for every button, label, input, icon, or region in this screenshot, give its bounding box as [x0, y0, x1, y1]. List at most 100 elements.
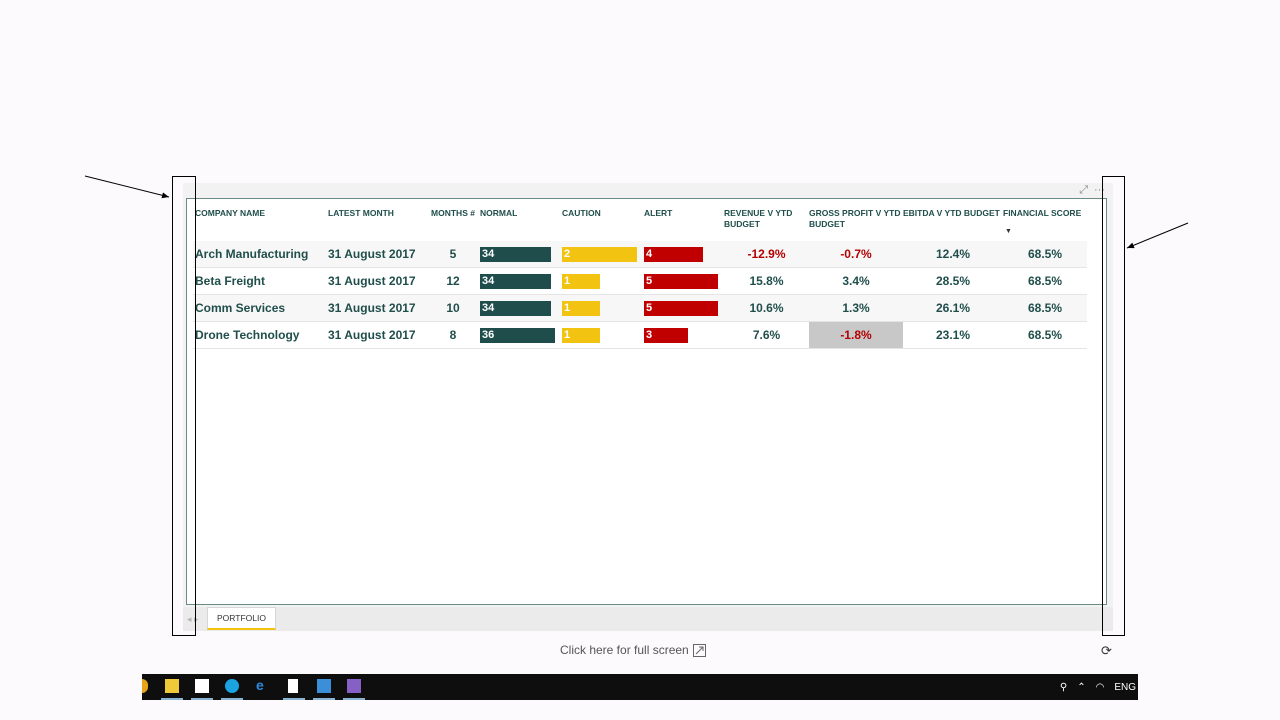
- running-indicator: [313, 698, 335, 700]
- document-icon[interactable]: [288, 679, 298, 693]
- table-row[interactable]: Comm Services 31 August 2017 10 34 1 5 1…: [193, 295, 1087, 322]
- normal-cell: 34: [480, 295, 562, 321]
- alert-cell: 4: [644, 241, 724, 267]
- file-explorer-icon[interactable]: [165, 679, 179, 693]
- revenue-cell: -12.9%: [747, 247, 786, 261]
- gross-profit-cell: -1.8%: [809, 322, 903, 348]
- financial-score-cell: 68.5%: [1027, 274, 1063, 288]
- revenue-cell: 10.6%: [749, 301, 784, 315]
- months-count-cell: 5: [449, 247, 457, 261]
- system-tray: ⚲ ⌃ ◠ ENG: [1060, 674, 1138, 700]
- normal-bar: 34: [480, 273, 551, 289]
- focus-mode-icon[interactable]: ⤢: [1079, 184, 1088, 197]
- alert-bar: 5: [644, 300, 718, 316]
- refresh-icon[interactable]: ⟳: [1101, 643, 1112, 659]
- remote-desktop-icon[interactable]: [317, 679, 331, 693]
- header-ebitda-v-budget[interactable]: EBITDA V YTD BUDGET: [903, 205, 1003, 241]
- header-revenue-v-budget[interactable]: REVENUE V YTD BUDGET: [724, 205, 809, 241]
- financial-score-cell: 68.5%: [1027, 328, 1063, 342]
- ebitda-cell: 26.1%: [935, 301, 971, 315]
- caution-bar: 1: [562, 327, 600, 343]
- running-indicator: [191, 698, 213, 700]
- alert-bar: 5: [644, 273, 718, 289]
- normal-bar: 34: [480, 300, 551, 316]
- ebitda-cell: 23.1%: [935, 328, 971, 342]
- caution-cell: 1: [562, 322, 644, 348]
- caution-cell: 2: [562, 241, 644, 267]
- caution-bar: 1: [562, 273, 600, 289]
- taskbar: e ⚲ ⌃ ◠ ENG: [142, 674, 1138, 700]
- running-indicator: [343, 698, 365, 700]
- fullscreen-label: Click here for full screen: [560, 643, 689, 657]
- header-caution[interactable]: CAUTION: [562, 205, 644, 241]
- running-indicator: [161, 698, 183, 700]
- financial-score-cell: 68.5%: [1027, 247, 1063, 261]
- financial-score-cell: 68.5%: [1027, 301, 1063, 315]
- ebitda-cell: 12.4%: [935, 247, 971, 261]
- caution-cell: 1: [562, 295, 644, 321]
- page-tabs-bar: [183, 607, 1113, 631]
- caution-bar: 1: [562, 300, 600, 316]
- gross-profit-cell: 3.4%: [842, 274, 870, 288]
- annotation-arrow-left: [84, 175, 170, 199]
- chevron-up-icon[interactable]: ⌃: [1077, 682, 1085, 693]
- alert-cell: 5: [644, 295, 724, 321]
- header-financial-score[interactable]: FINANCIAL SCORE ▼: [1003, 205, 1087, 241]
- header-latest-month[interactable]: LATEST MONTH: [326, 205, 426, 241]
- months-count-cell: 12: [446, 274, 460, 288]
- normal-cell: 34: [480, 241, 562, 267]
- alert-cell: 3: [644, 322, 724, 348]
- expand-icon: [692, 643, 706, 657]
- running-indicator: [221, 698, 243, 700]
- header-months-count[interactable]: MONTHS #: [426, 205, 480, 241]
- months-count-cell: 8: [449, 328, 457, 342]
- normal-cell: 36: [480, 322, 562, 348]
- header-financial-score-label: FINANCIAL SCORE: [1003, 208, 1082, 218]
- annotation-bracket-right: [1102, 176, 1125, 636]
- fullscreen-link[interactable]: Click here for full screen: [560, 643, 706, 657]
- table-row[interactable]: Beta Freight 31 August 2017 12 34 1 5 15…: [193, 268, 1087, 295]
- visual-studio-icon[interactable]: [347, 679, 361, 693]
- normal-bar: 36: [480, 327, 555, 343]
- header-alert[interactable]: ALERT: [644, 205, 724, 241]
- months-count-cell: 10: [446, 301, 460, 315]
- revenue-cell: 15.8%: [749, 274, 784, 288]
- normal-cell: 34: [480, 268, 562, 294]
- annotation-bracket-left: [172, 176, 196, 636]
- revenue-cell: 7.6%: [752, 328, 781, 342]
- skype-icon[interactable]: [225, 679, 239, 693]
- mail-icon[interactable]: [195, 679, 209, 693]
- company-name-cell: Comm Services: [195, 301, 286, 315]
- header-company-name[interactable]: COMPANY NAME: [193, 205, 326, 241]
- gross-profit-cell: 1.3%: [842, 301, 870, 315]
- table-row[interactable]: Arch Manufacturing 31 August 2017 5 34 2…: [193, 241, 1087, 268]
- partial-app-icon[interactable]: [142, 679, 148, 693]
- caution-bar: 2: [562, 246, 637, 262]
- latest-month-cell: 31 August 2017: [328, 328, 416, 342]
- header-normal[interactable]: NORMAL: [480, 205, 562, 241]
- latest-month-cell: 31 August 2017: [328, 247, 416, 261]
- latest-month-cell: 31 August 2017: [328, 274, 416, 288]
- header-gross-profit-v-budget[interactable]: GROSS PROFIT V YTD BUDGET: [809, 205, 903, 241]
- normal-bar: 34: [480, 246, 551, 262]
- annotation-arrow-right: [1126, 222, 1189, 249]
- gross-profit-cell: -0.7%: [840, 247, 872, 261]
- running-indicator: [283, 698, 305, 700]
- company-name-cell: Arch Manufacturing: [195, 247, 309, 261]
- sort-descending-icon[interactable]: ▼: [1005, 227, 1012, 238]
- company-name-cell: Beta Freight: [195, 274, 266, 288]
- alert-cell: 5: [644, 268, 724, 294]
- alert-bar: 4: [644, 246, 703, 262]
- latest-month-cell: 31 August 2017: [328, 301, 416, 315]
- language-indicator[interactable]: ENG: [1114, 682, 1136, 693]
- caution-cell: 1: [562, 268, 644, 294]
- table-header-row: COMPANY NAME LATEST MONTH MONTHS # NORMA…: [193, 205, 1087, 241]
- wifi-icon[interactable]: ◠: [1096, 682, 1105, 693]
- edge-icon[interactable]: e: [256, 677, 270, 693]
- company-name-cell: Drone Technology: [195, 328, 300, 342]
- people-icon[interactable]: ⚲: [1060, 682, 1067, 693]
- tab-portfolio[interactable]: PORTFOLIO: [207, 607, 276, 630]
- ebitda-cell: 28.5%: [935, 274, 971, 288]
- portfolio-table: COMPANY NAME LATEST MONTH MONTHS # NORMA…: [193, 205, 1087, 349]
- table-row[interactable]: Drone Technology 31 August 2017 8 36 1 3…: [193, 322, 1087, 349]
